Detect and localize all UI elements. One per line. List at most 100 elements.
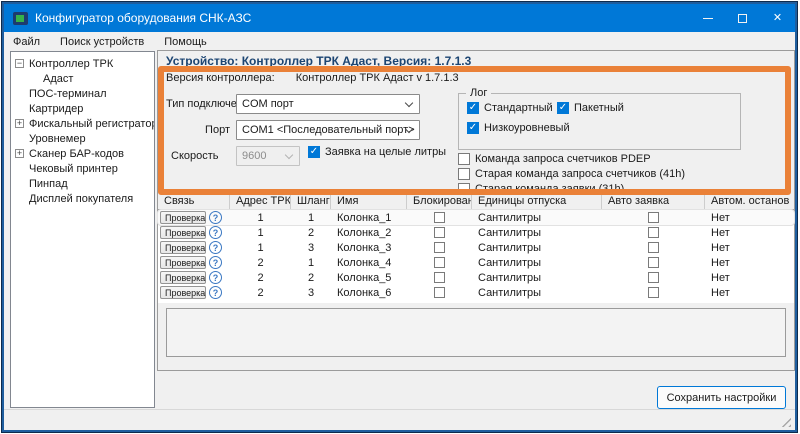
minimize-button[interactable] <box>690 4 725 32</box>
blocked-checkbox[interactable] <box>434 272 445 283</box>
tree-item[interactable]: Адаст <box>11 71 154 86</box>
hose-cell: 3 <box>291 242 331 254</box>
column-header: Автом. останов <box>705 193 794 209</box>
auto-request-cell <box>602 272 705 283</box>
address-cell: 2 <box>230 272 291 284</box>
collapse-icon[interactable]: − <box>15 59 24 68</box>
log-option-checkbox[interactable] <box>467 122 479 134</box>
connection-cell: Проверка? <box>158 211 230 224</box>
auto-stop-cell: Нет <box>705 272 794 284</box>
table-body: Проверка?11Колонка_1СантилитрыНетПроверк… <box>158 210 794 300</box>
command-option-checkbox[interactable] <box>458 153 470 165</box>
help-icon[interactable]: ? <box>209 226 222 239</box>
auto-request-checkbox[interactable] <box>648 242 659 253</box>
name-cell: Колонка_5 <box>331 272 407 284</box>
check-connection-button[interactable]: Проверка <box>160 286 206 299</box>
help-icon[interactable]: ? <box>209 211 222 224</box>
hose-cell: 2 <box>291 227 331 239</box>
auto-stop-cell: Нет <box>705 257 794 269</box>
auto-request-cell <box>602 242 705 253</box>
check-connection-button[interactable]: Проверка <box>160 211 206 224</box>
log-option-checkbox[interactable] <box>467 102 479 114</box>
connection-cell: Проверка? <box>158 286 230 299</box>
name-cell: Колонка_4 <box>331 257 407 269</box>
table-header: СвязьАдрес ТРКШлангИмяБлокированаЕдиницы… <box>158 193 794 210</box>
column-header: Единицы отпуска <box>472 193 602 209</box>
tree-item[interactable]: Картридер <box>11 101 154 116</box>
table-row: Проверка?13Колонка_3СантилитрыНет <box>158 240 794 255</box>
log-option-checkbox[interactable] <box>557 102 569 114</box>
connection-type-select[interactable]: COM порт <box>236 94 420 114</box>
table-row: Проверка?23Колонка_6СантилитрыНет <box>158 285 794 300</box>
menu-item[interactable]: Файл <box>4 32 50 51</box>
auto-request-cell <box>602 212 705 223</box>
log-option: Стандартный <box>467 102 553 114</box>
window-controls: ✕ <box>690 4 795 32</box>
auto-request-checkbox[interactable] <box>648 272 659 283</box>
pumps-table: СвязьАдрес ТРКШлангИмяБлокированаЕдиницы… <box>158 193 794 303</box>
check-connection-button[interactable]: Проверка <box>160 226 206 239</box>
auto-request-checkbox[interactable] <box>648 212 659 223</box>
tree-item[interactable]: −Контроллер ТРК <box>11 56 154 71</box>
tree-item[interactable]: Уровнемер <box>11 131 154 146</box>
menu-item[interactable]: Поиск устройств <box>50 32 154 51</box>
expand-icon[interactable]: + <box>15 149 24 158</box>
menu-item[interactable]: Помощь <box>154 32 217 51</box>
title-bar[interactable]: Конфигуратор оборудования СНК-АЗС ✕ <box>4 4 795 32</box>
menu-bar: ФайлПоиск устройствПомощь <box>4 32 795 51</box>
auto-request-checkbox[interactable] <box>648 287 659 298</box>
save-settings-button[interactable]: Сохранить настройки <box>657 386 786 409</box>
tree-item-label: Уровнемер <box>29 133 86 145</box>
blocked-checkbox[interactable] <box>434 212 445 223</box>
blocked-cell <box>407 242 472 253</box>
close-button[interactable]: ✕ <box>760 4 795 32</box>
app-icon <box>13 12 28 25</box>
port-value: COM1 <Последовательный порт> <box>242 124 415 136</box>
tree-item[interactable]: +Сканер БАР-кодов <box>11 146 154 161</box>
units-cell: Сантилитры <box>472 257 602 269</box>
resize-grip[interactable] <box>780 416 791 427</box>
tree-item[interactable]: Пинпад <box>11 176 154 191</box>
maximize-button[interactable] <box>725 4 760 32</box>
name-cell: Колонка_6 <box>331 287 407 299</box>
hose-cell: 2 <box>291 272 331 284</box>
hose-cell: 1 <box>291 257 331 269</box>
tree-item[interactable]: Чековый принтер <box>11 161 154 176</box>
log-option-label: Низкоуровневый <box>484 122 570 134</box>
tree-item-label: Пинпад <box>29 178 68 190</box>
help-icon[interactable]: ? <box>209 271 222 284</box>
column-header: Авто заявка <box>602 193 705 209</box>
table-row: Проверка?11Колонка_1СантилитрыНет <box>158 210 794 225</box>
help-icon[interactable]: ? <box>209 241 222 254</box>
log-option: Пакетный <box>557 102 624 114</box>
log-group-title: Лог <box>466 87 491 99</box>
blocked-checkbox[interactable] <box>434 257 445 268</box>
blocked-checkbox[interactable] <box>434 242 445 253</box>
tree-item[interactable]: Дисплей покупателя <box>11 191 154 206</box>
chevron-down-icon <box>285 151 293 159</box>
check-connection-button[interactable]: Проверка <box>160 256 206 269</box>
auto-request-checkbox[interactable] <box>648 227 659 238</box>
tree-item[interactable]: +Фискальный регистратор <box>11 116 154 131</box>
speed-value: 9600 <box>242 150 266 162</box>
check-connection-button[interactable]: Проверка <box>160 271 206 284</box>
command-option-checkbox[interactable] <box>458 168 470 180</box>
check-connection-button[interactable]: Проверка <box>160 241 206 254</box>
auto-request-checkbox[interactable] <box>648 257 659 268</box>
column-header: Адрес ТРК <box>230 193 291 209</box>
expand-icon[interactable]: + <box>15 119 24 128</box>
tree-item[interactable]: ПОС-терминал <box>11 86 154 101</box>
name-cell: Колонка_2 <box>331 227 407 239</box>
column-header: Имя <box>331 193 407 209</box>
help-icon[interactable]: ? <box>209 286 222 299</box>
connection-cell: Проверка? <box>158 241 230 254</box>
whole-liters-checkbox[interactable] <box>308 146 320 158</box>
command-options: Команда запроса счетчиков PDEPСтарая ком… <box>458 153 685 195</box>
blocked-checkbox[interactable] <box>434 287 445 298</box>
port-select[interactable]: COM1 <Последовательный порт> <box>236 120 420 140</box>
name-cell: Колонка_1 <box>331 212 407 224</box>
blocked-checkbox[interactable] <box>434 227 445 238</box>
units-cell: Сантилитры <box>472 287 602 299</box>
help-icon[interactable]: ? <box>209 256 222 269</box>
device-tree[interactable]: −Контроллер ТРКАдастПОС-терминалКартриде… <box>10 51 155 408</box>
